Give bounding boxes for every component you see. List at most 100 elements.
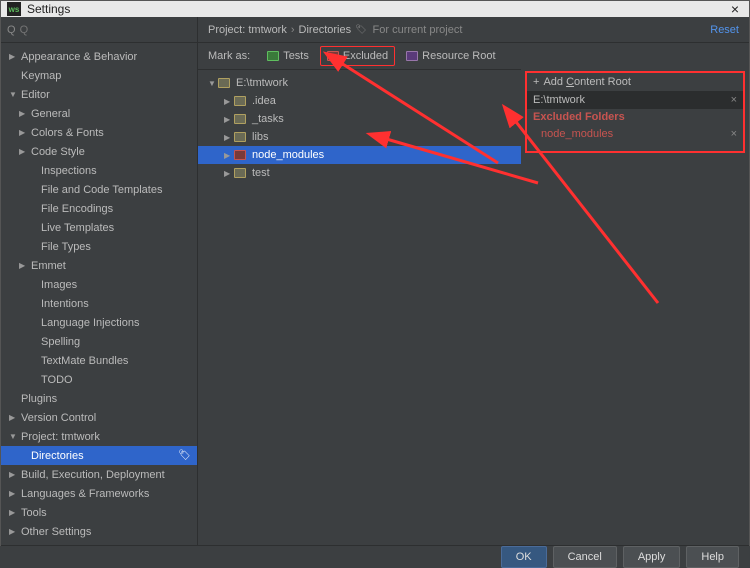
sidebar-item-label: TODO [41,374,73,386]
sidebar-item-general[interactable]: General [1,104,197,123]
apply-button[interactable]: Apply [623,546,681,568]
sidebar-item-label: Editor [21,89,50,101]
sidebar-item-label: Languages & Frameworks [21,488,149,500]
mark-tests-label: Tests [283,50,309,62]
sidebar-item-keymap[interactable]: Keymap [1,66,197,85]
chevron-right-icon [9,508,19,517]
breadcrumb-project: Project: tmtwork [208,24,287,36]
content-root-path-label: E:\tmtwork [533,94,585,106]
content-area: E:\tmtwork.idea_taskslibsnode_modulestes… [198,69,749,545]
sidebar-item-label: Colors & Fonts [31,127,104,139]
sidebar-item-label: TextMate Bundles [41,355,128,367]
sidebar-item-plugins[interactable]: Plugins [1,389,197,408]
chevron-right-icon [224,169,234,178]
mark-excluded-button[interactable]: Excluded [320,46,395,66]
sidebar-item-languages-frameworks[interactable]: Languages & Frameworks [1,484,197,503]
chevron-right-icon: › [291,24,295,36]
sidebar-item-code-style[interactable]: Code Style [1,142,197,161]
sidebar-item-label: Build, Execution, Deployment [21,469,165,481]
sidebar-item-label: Emmet [31,260,66,272]
sidebar-item-appearance-behavior[interactable]: Appearance & Behavior [1,47,197,66]
sidebar-item-live-templates[interactable]: Live Templates [1,218,197,237]
dir-item-node-modules[interactable]: node_modules [198,146,521,164]
sidebar-item-colors-fonts[interactable]: Colors & Fonts [1,123,197,142]
sidebar-item-label: Images [41,279,77,291]
chevron-down-icon [208,79,218,88]
excluded-folders-header: Excluded Folders [527,109,743,125]
dialog-footer: OK Cancel Apply Help [1,545,749,568]
sidebar-item-editor[interactable]: Editor [1,85,197,104]
sidebar-item-file-and-code-templates[interactable]: File and Code Templates [1,180,197,199]
plus-icon: + [533,76,539,88]
chevron-right-icon [19,128,29,137]
sidebar-item-todo[interactable]: TODO [1,370,197,389]
dir-item-test[interactable]: test [198,164,521,182]
sidebar-item-language-injections[interactable]: Language Injections [1,313,197,332]
sidebar-item-label: File and Code Templates [41,184,162,196]
project-scope-icon: 🏷 [178,450,191,461]
sidebar-item-file-encodings[interactable]: File Encodings [1,199,197,218]
search-row: Q [1,17,197,43]
folder-icon [234,114,246,124]
remove-root-icon[interactable]: × [731,94,737,106]
close-icon[interactable]: × [727,1,743,17]
sidebar-item-textmate-bundles[interactable]: TextMate Bundles [1,351,197,370]
dir-item--tasks[interactable]: _tasks [198,110,521,128]
chevron-down-icon [9,90,19,99]
folder-icon [234,150,246,160]
sidebar-item-label: Language Injections [41,317,139,329]
folder-icon [234,132,246,142]
dir-item--idea[interactable]: .idea [198,92,521,110]
sidebar-item-spelling[interactable]: Spelling [1,332,197,351]
chevron-right-icon [9,489,19,498]
sidebar-item-project-tmtwork[interactable]: Project: tmtwork [1,427,197,446]
folder-icon [218,78,230,88]
dir-root[interactable]: E:\tmtwork [198,74,521,92]
search-input[interactable] [20,24,191,36]
sidebar-item-directories[interactable]: Directories🏷 [1,446,197,465]
settings-tree: Appearance & Behavior Keymap Editor General… [1,43,197,545]
chevron-right-icon [9,470,19,479]
mark-tests-button[interactable]: Tests [260,46,316,66]
breadcrumb-hint: For current project [373,24,463,36]
tests-folder-icon [267,51,279,61]
excluded-folder-label: node_modules [541,128,613,140]
folder-icon [234,96,246,106]
dir-label: test [252,167,270,179]
sidebar-item-label: Keymap [21,70,61,82]
sidebar-item-label: Spelling [41,336,80,348]
remove-excluded-icon[interactable]: × [731,128,737,140]
dir-label: .idea [252,95,276,107]
project-scope-icon: 🏷 [355,24,366,35]
content-root-path[interactable]: E:\tmtwork × [527,91,743,109]
chevron-right-icon [224,115,234,124]
cancel-button[interactable]: Cancel [553,546,617,568]
sidebar-item-inspections[interactable]: Inspections [1,161,197,180]
sidebar-item-label: Live Templates [41,222,114,234]
ok-button[interactable]: OK [501,546,547,568]
dir-item-libs[interactable]: libs [198,128,521,146]
sidebar-item-tools[interactable]: Tools [1,503,197,522]
search-icon: Q [7,24,16,36]
sidebar-item-emmet[interactable]: Emmet [1,256,197,275]
sidebar-item-file-types[interactable]: File Types [1,237,197,256]
sidebar-item-label: Intentions [41,298,89,310]
sidebar-item-images[interactable]: Images [1,275,197,294]
chevron-right-icon [9,52,19,61]
excluded-folder-item[interactable]: node_modules × [527,125,743,143]
help-button[interactable]: Help [686,546,739,568]
mark-resource-label: Resource Root [422,50,495,62]
add-content-root-button[interactable]: + Add Content Root [527,73,743,91]
sidebar-item-intentions[interactable]: Intentions [1,294,197,313]
resource-folder-icon [406,51,418,61]
chevron-right-icon [224,133,234,142]
sidebar-item-other-settings[interactable]: Other Settings [1,522,197,541]
sidebar-item-build-execution-deployment[interactable]: Build, Execution, Deployment [1,465,197,484]
chevron-down-icon [9,432,19,441]
mark-resource-button[interactable]: Resource Root [399,46,502,66]
reset-link[interactable]: Reset [710,24,739,36]
sidebar-item-version-control[interactable]: Version Control [1,408,197,427]
folder-icon [234,168,246,178]
chevron-right-icon [9,413,19,422]
directory-tree: E:\tmtwork .idea _taskslibsnode_modulestes… [198,69,521,545]
